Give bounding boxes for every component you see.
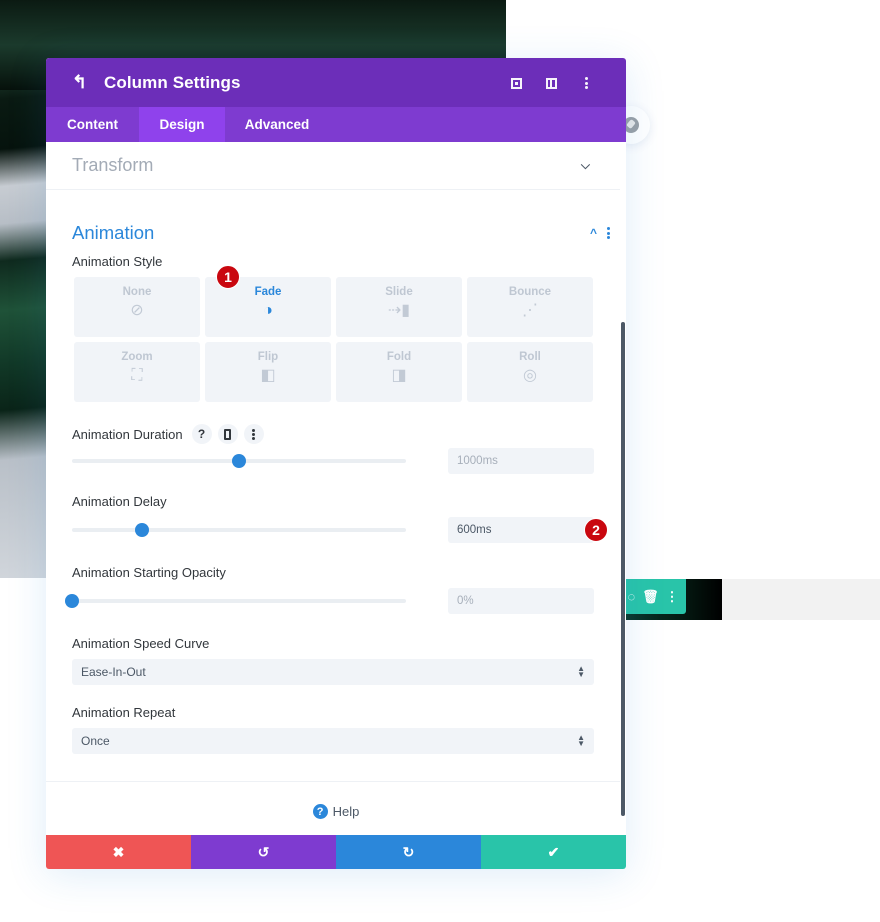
- scrollbar[interactable]: [621, 322, 625, 816]
- help-circle-icon: ?: [312, 804, 328, 819]
- cancel-button[interactable]: ✖: [46, 835, 191, 869]
- animation-repeat-label: Animation Repeat: [72, 705, 176, 720]
- close-icon: ✖: [112, 843, 125, 860]
- annotation-badge-2: 2: [584, 518, 608, 542]
- style-label: Zoom: [121, 351, 153, 363]
- split-view-button[interactable]: [534, 75, 569, 90]
- bounce-icon: ⋰: [522, 302, 538, 319]
- redo-icon: ↻: [402, 843, 415, 860]
- responsive-phone-icon[interactable]: [217, 424, 238, 444]
- animation-delay-label: Animation Delay: [72, 494, 167, 509]
- animation-speed-curve-label: Animation Speed Curve: [72, 636, 210, 651]
- animation-speed-curve-select[interactable]: Ease-In-Out ▲ ▼: [72, 659, 594, 685]
- animation-opacity-label: Animation Starting Opacity: [72, 565, 226, 580]
- row-more-icon[interactable]: ⋮: [666, 589, 679, 605]
- transform-section-header[interactable]: Transform ⌵: [46, 142, 620, 190]
- back-arrow-icon[interactable]: ↰: [72, 72, 104, 93]
- select-value: Once: [81, 734, 110, 748]
- fold-icon: ◨: [391, 367, 407, 384]
- animation-style-label: Animation Style: [72, 254, 163, 269]
- focus-mode-button[interactable]: [499, 75, 534, 90]
- animation-opacity-control: 0%: [46, 588, 626, 614]
- animation-duration-label-row: Animation Duration ?: [46, 424, 626, 444]
- style-label: Bounce: [508, 286, 552, 298]
- tab-advanced[interactable]: Advanced: [225, 107, 329, 142]
- animation-title: Animation: [72, 222, 155, 243]
- field-more-icon[interactable]: [243, 424, 264, 444]
- style-option-slide[interactable]: Slide ⇢▮: [336, 277, 462, 337]
- style-label: Fold: [386, 351, 412, 363]
- animation-duration-control: 1000ms: [46, 448, 626, 474]
- transform-title: Transform: [72, 155, 154, 175]
- tab-design[interactable]: Design: [139, 107, 225, 142]
- column-settings-modal: ↰ Column Settings Content Design Advance…: [46, 58, 626, 869]
- row-toolbar: ◌ 🗑 ⋮: [620, 579, 686, 614]
- flip-icon: ◧: [260, 367, 276, 384]
- animation-repeat-select[interactable]: Once ▲ ▼: [72, 728, 594, 754]
- undo-button[interactable]: ↺: [191, 835, 336, 869]
- chevron-down-icon[interactable]: ⌵: [581, 158, 590, 173]
- tab-bar: Content Design Advanced: [46, 107, 626, 142]
- style-label: None: [122, 286, 152, 298]
- slider-thumb[interactable]: [65, 594, 79, 608]
- trash-icon[interactable]: 🗑: [642, 589, 659, 605]
- slider-thumb[interactable]: [135, 523, 150, 537]
- style-option-roll[interactable]: Roll ◎: [467, 342, 593, 402]
- animation-duration-slider[interactable]: [72, 454, 406, 468]
- style-label: Slide: [385, 286, 413, 298]
- style-option-zoom[interactable]: Zoom ⛶: [74, 342, 200, 402]
- more-options-button[interactable]: [569, 74, 604, 90]
- none-icon: ⊘: [130, 302, 144, 319]
- style-option-fold[interactable]: Fold ◨: [336, 342, 462, 402]
- animation-delay-control: 600ms 2: [46, 517, 626, 543]
- more-options-icon: [585, 76, 588, 91]
- undo-icon: ↺: [257, 843, 270, 860]
- select-arrows-icon: ▲ ▼: [577, 664, 585, 679]
- style-option-none[interactable]: None ⊘: [74, 277, 200, 337]
- modal-title: Column Settings: [104, 72, 241, 92]
- zoom-icon: ⛶: [131, 367, 143, 384]
- style-label: Flip: [257, 351, 279, 363]
- fade-icon: ◑: [263, 302, 273, 319]
- annotation-badge-1: 1: [216, 265, 240, 289]
- slider-thumb[interactable]: [232, 454, 246, 468]
- tab-content[interactable]: Content: [46, 107, 139, 142]
- style-label: Fade: [254, 286, 282, 298]
- animation-duration-input[interactable]: 1000ms: [448, 448, 594, 474]
- select-value: Ease-In-Out: [81, 665, 146, 679]
- modal-body: Transform ⌵ Animation ^ Animation Style …: [46, 142, 626, 835]
- animation-duration-label: Animation Duration: [72, 426, 183, 442]
- animation-section-header[interactable]: Animation ^: [46, 190, 626, 262]
- animation-style-grid: 1 None ⊘ Fade ◑ Slide ⇢▮ Bounce ⋰ Zoom ⛶: [46, 265, 626, 402]
- slide-icon: ⇢▮: [387, 302, 411, 319]
- animation-delay-slider[interactable]: [72, 523, 406, 537]
- chevron-up-icon[interactable]: ^: [590, 226, 597, 240]
- roll-icon: ◎: [523, 367, 537, 384]
- redo-button[interactable]: ↻: [336, 835, 481, 869]
- animation-opacity-slider[interactable]: [65, 594, 406, 608]
- focus-mode-icon: [511, 78, 522, 90]
- style-label: Roll: [519, 351, 541, 363]
- help-label: Help: [332, 804, 360, 819]
- help-icon[interactable]: ?: [191, 424, 212, 444]
- section-divider: [46, 781, 620, 782]
- style-option-flip[interactable]: Flip ◧: [205, 342, 331, 402]
- modal-header: ↰ Column Settings: [46, 58, 626, 107]
- split-view-icon: [546, 78, 557, 90]
- animation-opacity-input[interactable]: 0%: [448, 588, 594, 614]
- animation-delay-input[interactable]: 600ms: [448, 517, 594, 543]
- save-button[interactable]: ✔: [481, 835, 626, 869]
- select-arrows-icon: ▲ ▼: [577, 733, 585, 748]
- section-more-icon[interactable]: [607, 226, 610, 241]
- style-option-bounce[interactable]: Bounce ⋰: [467, 277, 593, 337]
- modal-footer: ✖ ↺ ↻ ✔: [46, 835, 626, 869]
- help-link[interactable]: ? Help: [46, 804, 626, 819]
- settings-icon[interactable]: ◌: [627, 589, 635, 604]
- checkmark-icon: ✔: [547, 843, 560, 860]
